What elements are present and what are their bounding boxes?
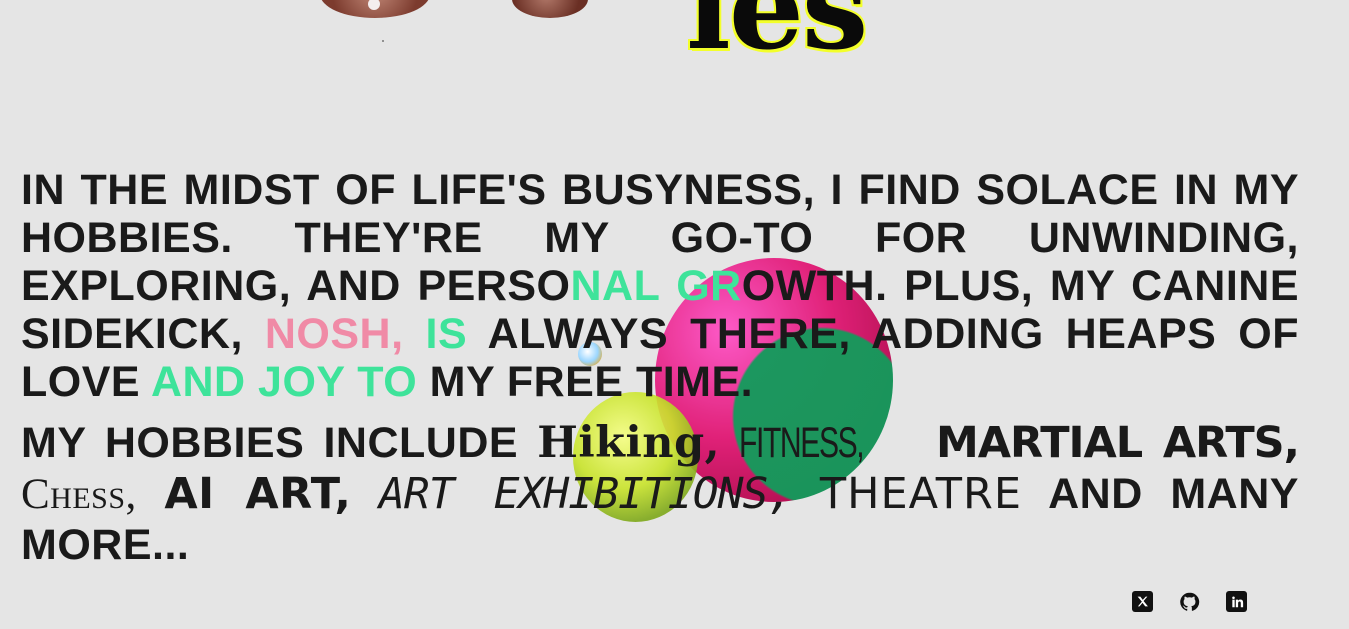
linkedin-icon[interactable]: [1226, 591, 1247, 612]
hobby-chess: Chess,: [21, 471, 137, 518]
hobby-art-exhibitions: Art Exhibitions,: [378, 469, 793, 519]
hobby-hiking: Hiking,: [537, 418, 721, 468]
hobbies-prefix: My hobbies include: [21, 419, 519, 467]
dog-name: Nosh,: [264, 310, 404, 358]
intro-paragraph: In the midst of life's busyness, I find …: [21, 166, 1299, 406]
decorative-bead-right: [512, 0, 588, 18]
hobbies-paragraph: My hobbies include Hiking, Fitness, Mart…: [21, 418, 1300, 571]
section-heading: ies: [684, 0, 870, 76]
github-icon[interactable]: [1179, 591, 1200, 612]
decorative-dot: [382, 40, 384, 42]
hobby-ai-art: AI Art,: [164, 469, 352, 519]
x-twitter-icon[interactable]: [1132, 591, 1153, 612]
hobby-theatre: Theatre: [819, 469, 1023, 519]
hobby-fitness: Fitness,: [739, 419, 865, 467]
hobby-martial-arts: Martial Arts,: [935, 418, 1300, 468]
social-links: [1132, 591, 1247, 612]
decorative-bead-left: [320, 0, 430, 18]
